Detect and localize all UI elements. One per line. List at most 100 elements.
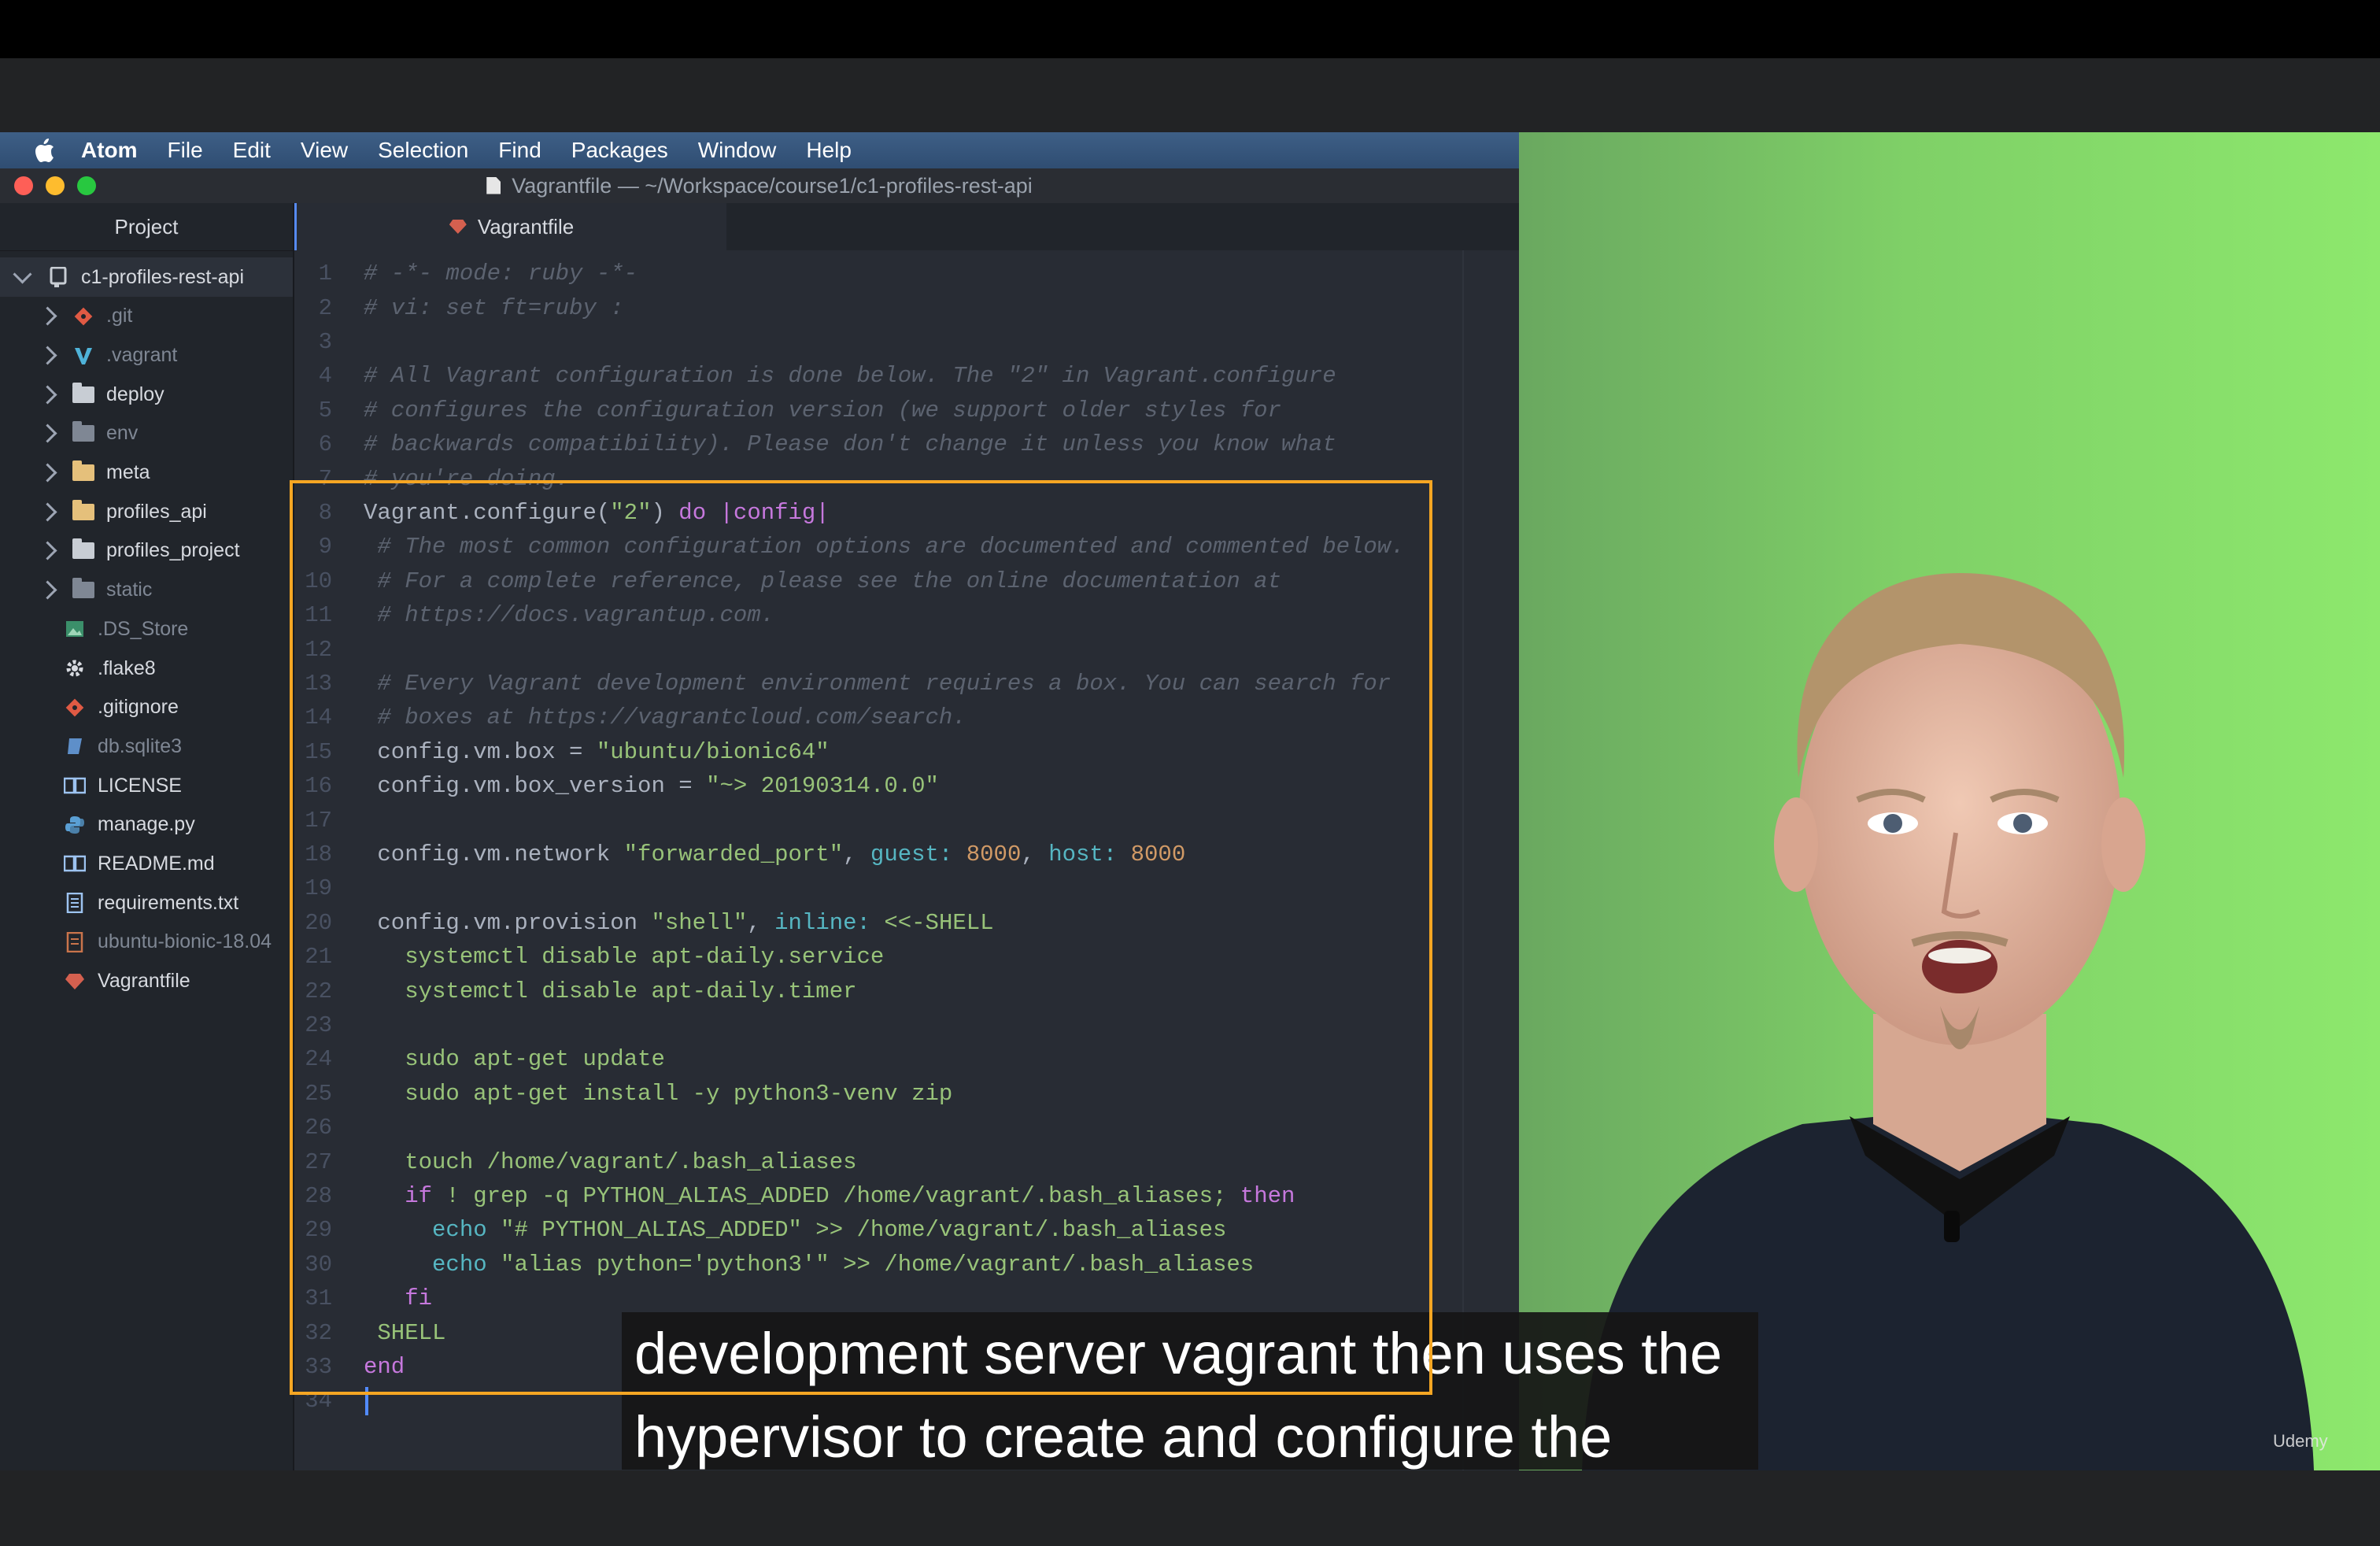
code-line[interactable]: 5 # configures the configuration version … [294,394,1519,427]
mac-menu-bar: Atom File Edit View Selection Find Packa… [0,132,1519,168]
udemy-watermark: Udemy [2273,1431,2328,1451]
folder-icon [72,460,95,483]
line-number: 3 [318,328,332,355]
tree-item[interactable]: env [0,414,293,453]
tab-vagrantfile[interactable]: Vagrantfile [294,203,726,250]
tab-label: Vagrantfile [477,214,575,239]
tree-item-label: manage.py [98,813,195,836]
line-number: 2 [318,294,332,321]
tree-item-label: db.sqlite3 [98,734,183,757]
folder-icon [72,382,95,405]
menu-edit[interactable]: Edit [233,138,271,163]
code-line[interactable]: 1 # -*- mode: ruby -*- [294,257,1519,290]
git-icon [63,697,87,718]
code-token: # backwards compatibility). Please don't… [364,431,1336,458]
tree-item-label: env [106,422,139,445]
menu-selection[interactable]: Selection [378,138,468,163]
tree-item[interactable]: manage.py [0,805,293,845]
menu-file[interactable]: File [168,138,203,163]
chevron-right-icon[interactable] [38,580,57,600]
menu-atom[interactable]: Atom [81,138,138,163]
tree-item[interactable]: meta [0,453,293,493]
tree-item-label: requirements.txt [98,891,239,914]
code-line[interactable]: 3 [294,325,1519,359]
apple-icon[interactable] [22,132,66,168]
tree-item[interactable]: .vagrant [0,336,293,375]
text-file-icon [63,893,87,914]
tree-item[interactable]: profiles_api [0,492,293,531]
folder-icon [72,499,95,522]
gear-icon [63,658,87,679]
tree-root-label: c1-profiles-rest-api [81,265,245,288]
git-icon [72,306,95,327]
line-number: 6 [318,431,332,458]
code-token: # -*- mode: ruby -*- [364,261,638,287]
tree-item[interactable]: .flake8 [0,649,293,688]
chevron-right-icon[interactable] [38,346,57,365]
menu-help[interactable]: Help [806,138,852,163]
caption-line-2: hypervisor to create and configure the [634,1404,1613,1470]
tree-item-label: README.md [98,852,215,875]
ruby-file-icon [63,971,87,992]
presenter-video-panel [1519,132,2380,1470]
tree-item[interactable]: .DS_Store [0,610,293,649]
project-panel-tab[interactable]: Project [0,203,293,251]
tree-items: .git .vagrant deploy env meta profiles_apipro… [0,297,293,1000]
tree-item[interactable]: profiles_project [0,531,293,571]
tree-item-label: meta [106,461,150,484]
line-number: 4 [318,363,332,390]
window-title-bar: Vagrantfile — ~/Workspace/course1/c1-pro… [0,168,1519,204]
chevron-right-icon[interactable] [38,385,57,405]
tree-item[interactable]: .gitignore [0,688,293,727]
editor-tab-bar: Vagrantfile [294,203,1519,251]
repo-icon [46,267,70,287]
tree-item[interactable]: ubuntu-bionic-18.04 [0,923,293,962]
line-number: 1 [318,261,332,287]
menu-window[interactable]: Window [698,138,777,163]
document-icon [486,176,501,194]
tree-item-label: profiles_project [106,539,240,562]
tree-item-label: .DS_Store [98,617,189,640]
tree-item[interactable]: LICENSE [0,766,293,805]
text-file-icon [63,931,87,952]
menu-find[interactable]: Find [498,138,541,163]
database-icon [63,736,87,756]
book-icon [63,775,87,796]
tree-item[interactable]: requirements.txt [0,883,293,923]
tree-item[interactable]: Vagrantfile [0,962,293,1001]
tree-item-label: static [106,579,153,601]
project-tree-panel: Project c1-profiles-rest-api .git .vagran… [0,203,294,1470]
chevron-right-icon[interactable] [38,463,57,483]
tree-root-folder[interactable]: c1-profiles-rest-api [0,257,293,297]
tree-item-label: profiles_api [106,500,207,523]
code-token: # configures the configuration version (… [364,397,1281,423]
chevron-right-icon[interactable] [38,423,57,443]
tree-item[interactable]: static [0,571,293,610]
tree-item[interactable]: db.sqlite3 [0,727,293,767]
tree-item[interactable]: .git [0,297,293,336]
code-line[interactable]: 4 # All Vagrant configuration is done bel… [294,359,1519,393]
tree-item-label: .flake8 [98,656,156,679]
presenter-figure [1582,573,2314,1470]
book-icon [63,853,87,874]
code-token: # All Vagrant configuration is done belo… [364,363,1336,390]
tree-item-label: .vagrant [106,344,178,367]
highlight-annotation-box [290,480,1432,1395]
tree-item-label: Vagrantfile [98,970,190,993]
tree-item-label: ubuntu-bionic-18.04 [98,930,272,953]
chevron-right-icon[interactable] [38,306,57,326]
code-line[interactable]: 6 # backwards compatibility). Please don'… [294,427,1519,461]
vagrant-icon [72,346,95,366]
chevron-right-icon[interactable] [38,502,57,522]
folder-icon [72,578,95,601]
code-line[interactable]: 2 # vi: set ft=ruby : [294,290,1519,324]
tree-item-label: deploy [106,383,164,405]
chevron-right-icon[interactable] [38,541,57,560]
chevron-down-icon[interactable] [13,264,32,284]
tree-item[interactable]: deploy [0,375,293,414]
tree-item[interactable]: README.md [0,845,293,884]
menu-packages[interactable]: Packages [571,138,668,163]
menu-view[interactable]: View [301,138,348,163]
code-token: # vi: set ft=ruby : [364,294,624,321]
tree-item-label: .git [106,305,133,327]
